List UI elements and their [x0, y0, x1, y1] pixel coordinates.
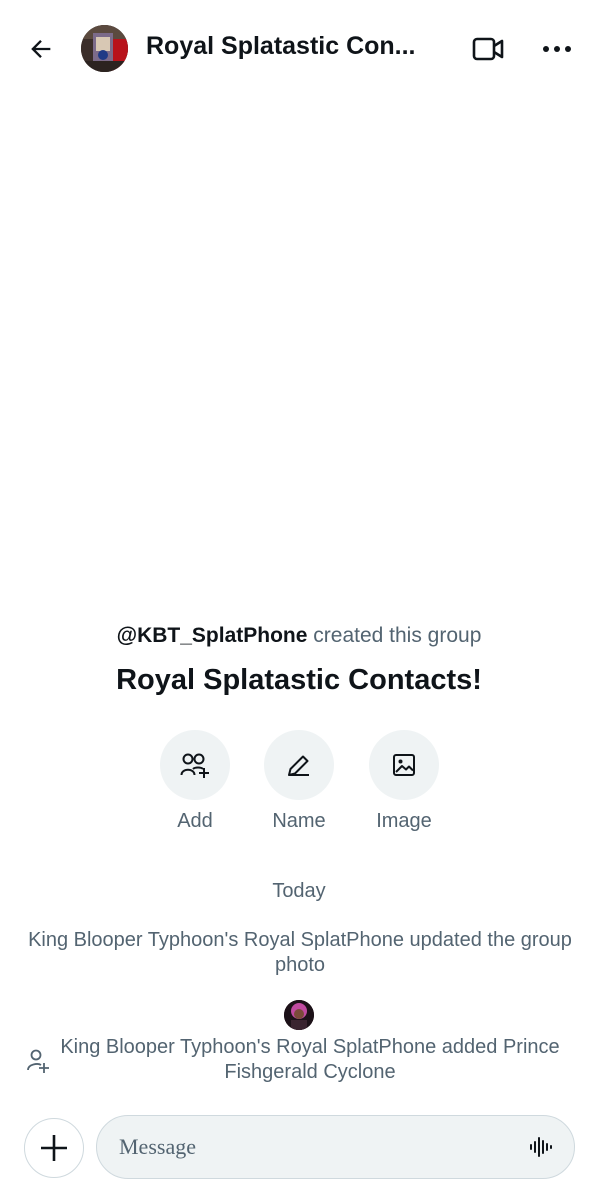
pencil-icon [288, 755, 309, 776]
message-composer [96, 1115, 575, 1179]
group-image-button[interactable] [369, 730, 439, 800]
rename-action: Name [249, 730, 349, 833]
group-created-line: @KBT_SplatPhone created this group [0, 624, 598, 648]
created-text: created this group [307, 624, 482, 647]
add-label: Add [177, 810, 213, 832]
updated-group-photo-thumbnail[interactable] [284, 1000, 314, 1030]
plus-icon [41, 1135, 67, 1161]
system-event-photo-updated: King Blooper Typhoon's Royal SplatPhone … [28, 929, 572, 976]
more-options-button[interactable] [536, 30, 578, 68]
group-name: Royal Splatastic Contacts! [116, 664, 482, 696]
conversation-title[interactable]: Royal Splatastic Con... [146, 32, 436, 61]
arrow-left-icon [31, 40, 51, 58]
name-label: Name [272, 810, 326, 832]
more-horizontal-icon [543, 46, 571, 52]
voice-message-button[interactable] [527, 1133, 555, 1161]
add-people-icon [180, 753, 209, 778]
group-avatar[interactable] [81, 25, 128, 72]
video-call-icon [472, 37, 504, 61]
add-members-action: Add [145, 730, 245, 833]
add-members-button[interactable] [160, 730, 230, 800]
conversation-header: Royal Splatastic Con... [0, 0, 598, 96]
back-button[interactable] [22, 30, 60, 68]
video-call-button[interactable] [468, 30, 508, 68]
image-icon [393, 754, 415, 776]
attach-plus-button[interactable] [24, 1118, 84, 1178]
voice-waveform-icon [530, 1137, 552, 1157]
creator-handle[interactable]: @KBT_SplatPhone [117, 624, 308, 647]
image-label: Image [376, 810, 432, 832]
group-image-action: Image [354, 730, 454, 833]
rename-button[interactable] [264, 730, 334, 800]
message-input[interactable] [119, 1116, 519, 1178]
day-separator: Today [272, 880, 326, 902]
system-event-member-added: King Blooper Typhoon's Royal SplatPhone … [60, 1036, 560, 1083]
add-person-icon [27, 1049, 49, 1073]
